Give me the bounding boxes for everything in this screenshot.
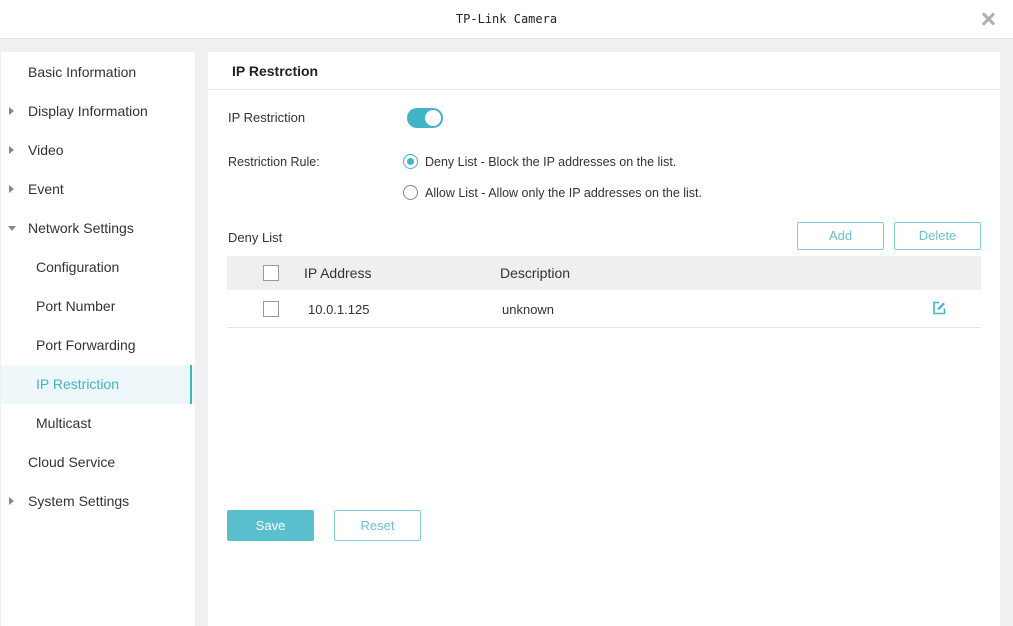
sidebar-item-system-settings[interactable]: System Settings [1,482,195,521]
window-title: TP-Link Camera [455,12,558,26]
sidebar-item-ip-restriction[interactable]: IP Restriction [1,365,195,404]
sidebar-item-label: Configuration [36,259,120,275]
sidebar-item-display-information[interactable]: Display Information [1,92,195,131]
sidebar-item-label: Cloud Service [28,454,116,470]
allow-list-radio[interactable] [403,185,418,200]
save-button[interactable]: Save [227,510,314,541]
deny-list-table: IP Address Description 10.0.1.125 unknow… [227,256,981,328]
main-panel: IP Restrction IP Restriction Restriction… [208,52,1000,626]
column-header-description: Description [500,265,571,281]
sidebar-item-label: IP Restriction [36,376,119,392]
sidebar-item-label: Event [28,181,64,197]
allow-list-option[interactable]: Allow List - Allow only the IP addresses… [403,184,743,202]
ip-restriction-label: IP Restriction [228,110,306,125]
row-checkbox[interactable] [263,301,279,317]
sidebar-item-label: Display Information [28,103,148,119]
title-bar: TP-Link Camera [0,0,1013,39]
restriction-rule-label: Restriction Rule: [228,155,320,169]
sidebar: Basic Information Display Information Vi… [1,52,195,626]
sidebar-item-basic-information[interactable]: Basic Information [1,53,195,92]
select-all-checkbox[interactable] [263,265,279,281]
chevron-right-icon [9,185,14,193]
sidebar-item-label: Video [28,142,64,158]
sidebar-item-label: Basic Information [28,64,137,80]
sidebar-item-network-settings[interactable]: Network Settings [1,209,195,248]
sidebar-item-label: Multicast [36,415,92,431]
add-button[interactable]: Add [797,222,884,250]
ip-restriction-toggle[interactable] [407,108,443,128]
edit-icon[interactable] [932,301,946,315]
row-ip-address: 10.0.1.125 [308,302,370,317]
sidebar-item-video[interactable]: Video [1,131,195,170]
sidebar-item-port-number[interactable]: Port Number [1,287,195,326]
page-header: IP Restrction [208,52,1000,90]
sidebar-item-label: System Settings [28,493,130,509]
sidebar-item-label: Port Number [36,298,116,314]
deny-list-title: Deny List [228,230,283,245]
deny-list-option[interactable]: Deny List - Block the IP addresses on th… [403,153,723,171]
sidebar-item-label: Network Settings [28,220,134,236]
chevron-down-icon [8,226,16,231]
sidebar-item-event[interactable]: Event [1,170,195,209]
chevron-right-icon [9,146,14,154]
deny-list-radio[interactable] [403,154,418,169]
deny-list-option-label: Deny List - Block the IP addresses on th… [425,155,677,169]
sidebar-item-multicast[interactable]: Multicast [1,404,195,443]
table-row: 10.0.1.125 unknown [227,290,981,328]
chevron-right-icon [9,497,14,505]
row-description: unknown [502,302,555,317]
delete-button[interactable]: Delete [894,222,981,250]
toggle-knob [425,110,441,126]
chevron-right-icon [9,107,14,115]
column-header-ip-address: IP Address [304,265,372,281]
allow-list-option-label: Allow List - Allow only the IP addresses… [425,186,702,200]
reset-button[interactable]: Reset [334,510,421,541]
sidebar-item-label: Port Forwarding [36,337,136,353]
table-header: IP Address Description [227,256,981,290]
sidebar-item-port-forwarding[interactable]: Port Forwarding [1,326,195,365]
page-title: IP Restrction [232,63,319,79]
sidebar-item-cloud-service[interactable]: Cloud Service [1,443,195,482]
close-icon[interactable] [981,12,995,26]
sidebar-item-configuration[interactable]: Configuration [1,248,195,287]
